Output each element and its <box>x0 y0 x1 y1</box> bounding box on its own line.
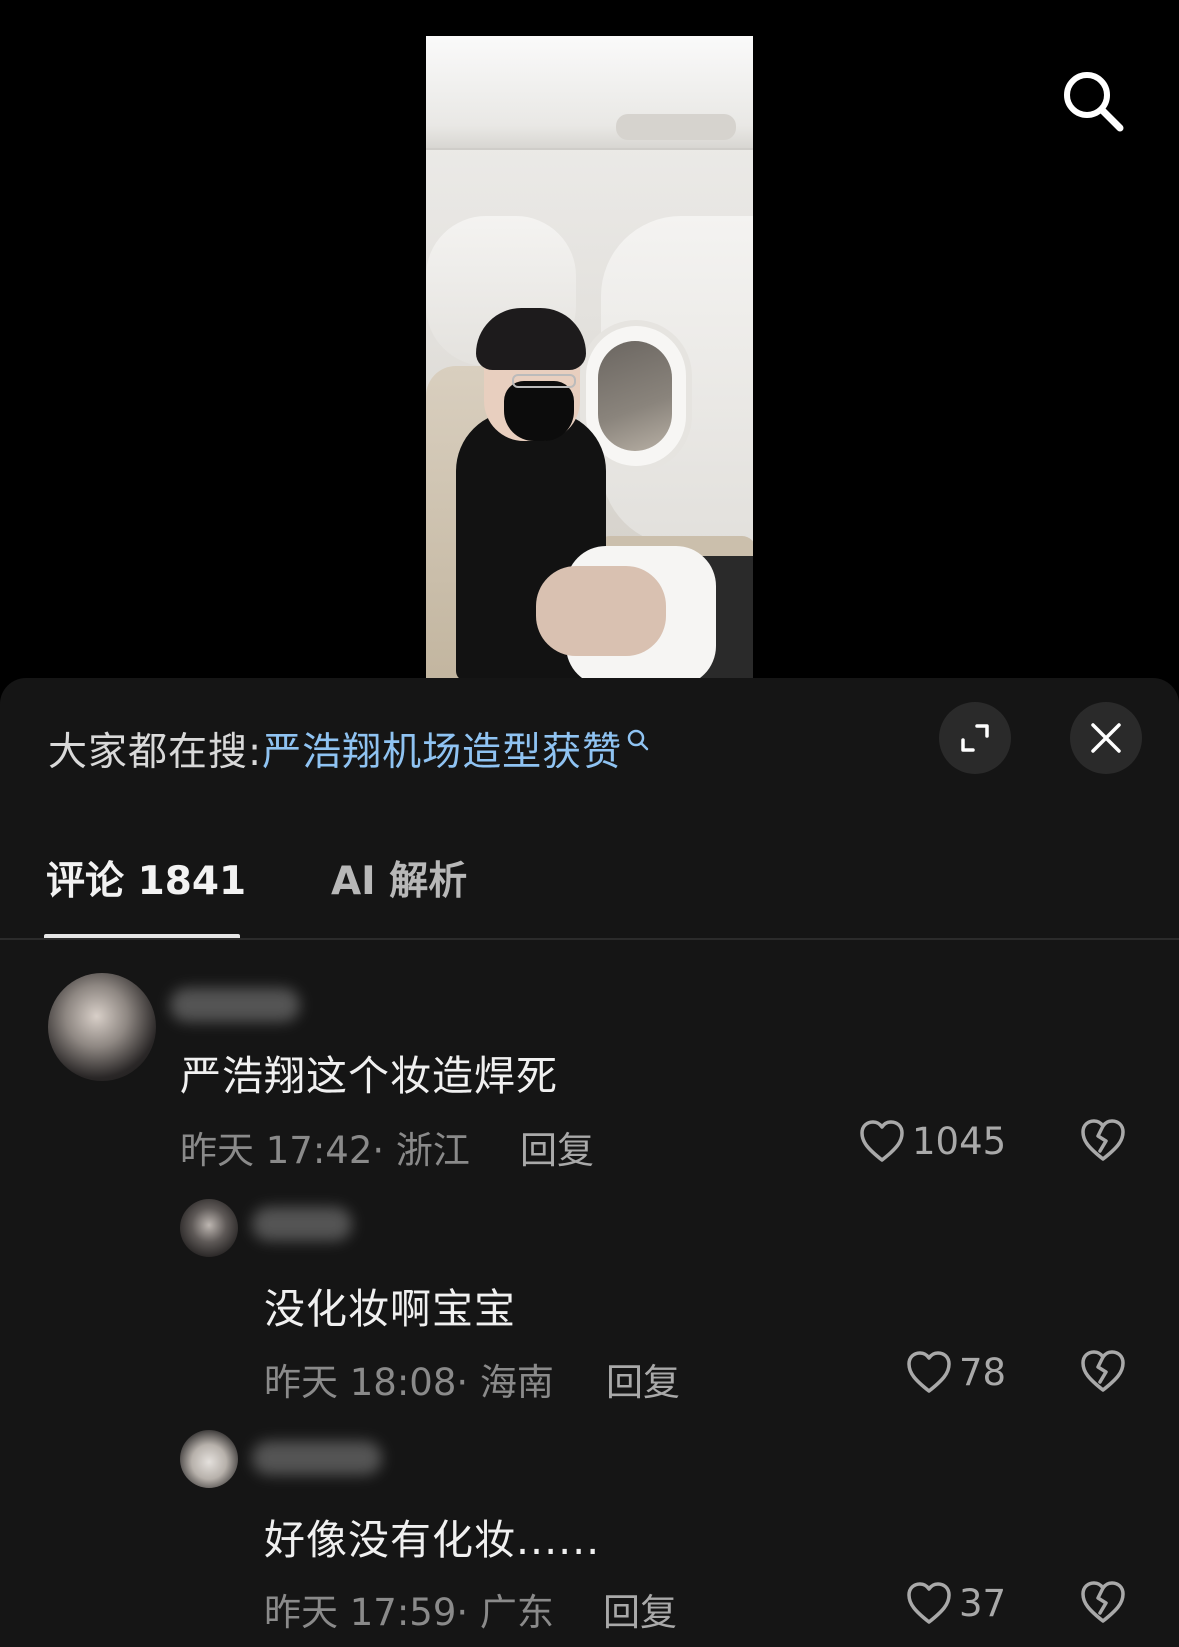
comment-tabs: 评论 1841 AI 解析 <box>0 848 1179 942</box>
search-button[interactable] <box>1058 66 1128 136</box>
comment-meta: 昨天 17:42· 浙江 <box>180 1129 470 1172</box>
reply-button[interactable]: 回复 <box>520 1120 594 1174</box>
search-suggestion-query[interactable]: 严浩翔机场造型获赞 <box>262 721 622 777</box>
username[interactable] <box>252 1207 352 1241</box>
username[interactable] <box>252 1441 382 1475</box>
reply-button[interactable]: 回复 <box>603 1582 677 1636</box>
comment-text: 好像没有化妆...... <box>264 1516 601 1564</box>
tab-comments[interactable]: 评论 1841 <box>46 848 246 908</box>
username[interactable] <box>170 988 300 1022</box>
comment-meta: 昨天 18:08· 海南 <box>264 1361 554 1404</box>
dislike-button[interactable] <box>1079 1117 1127 1167</box>
search-suggestion[interactable]: 大家都在搜: 严浩翔机场造型获赞 <box>48 722 650 776</box>
expand-button[interactable] <box>939 702 1011 774</box>
heart-icon <box>860 1120 904 1162</box>
video-frame-face-mask <box>504 381 574 441</box>
avatar[interactable] <box>180 1199 238 1257</box>
like-button[interactable]: 37 <box>905 1580 1006 1626</box>
video-frame-window-glass <box>598 341 672 451</box>
divider <box>0 938 1179 940</box>
video-frame-vent <box>616 114 736 140</box>
like-count: 78 <box>959 1350 1007 1394</box>
reply-button[interactable]: 回复 <box>606 1352 680 1406</box>
avatar[interactable] <box>48 973 156 1081</box>
like-count: 37 <box>959 1581 1007 1625</box>
broken-heart-icon <box>1081 1350 1125 1392</box>
comment-meta: 昨天 17:59· 广东 <box>264 1591 554 1634</box>
expand-icon <box>961 724 989 752</box>
comment-text: 没化妆啊宝宝 <box>264 1285 516 1333</box>
search-icon <box>1064 72 1124 132</box>
video-frame-glasses <box>512 374 576 388</box>
close-button[interactable] <box>1070 702 1142 774</box>
heart-icon <box>907 1351 951 1393</box>
close-icon <box>1091 723 1121 753</box>
tab-ai-analysis[interactable]: AI 解析 <box>331 848 467 908</box>
avatar[interactable] <box>180 1430 238 1488</box>
broken-heart-icon <box>1081 1581 1125 1623</box>
search-icon <box>627 729 649 751</box>
broken-heart-icon <box>1081 1119 1125 1161</box>
dislike-button[interactable] <box>1079 1348 1127 1398</box>
dislike-button[interactable] <box>1079 1579 1127 1629</box>
like-button[interactable]: 1045 <box>858 1118 1006 1164</box>
like-count: 1045 <box>912 1119 1007 1163</box>
video-frame-person-arm <box>536 566 666 656</box>
heart-icon <box>907 1582 951 1624</box>
comment-text: 严浩翔这个妆造焊死 <box>180 1052 558 1100</box>
search-suggestion-label: 大家都在搜: <box>48 730 263 775</box>
video-player[interactable] <box>426 36 753 678</box>
like-button[interactable]: 78 <box>905 1349 1006 1395</box>
